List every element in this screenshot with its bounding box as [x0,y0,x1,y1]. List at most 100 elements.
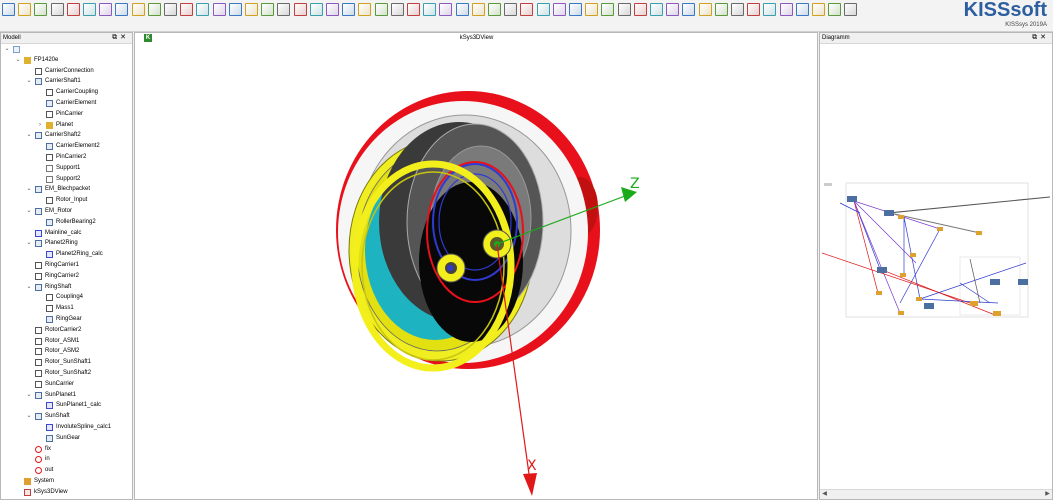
zoom-icon[interactable] [633,3,647,16]
table3-icon[interactable] [455,3,469,16]
sum-icon[interactable] [196,3,210,16]
tree-item-label: SunPlanet1 [45,391,77,398]
text-icon[interactable] [504,3,518,16]
text2-icon[interactable] [520,3,534,16]
view-icon[interactable] [650,3,663,16]
z-axis-label: Z [630,176,640,192]
tree-item-label: Rotor_SunShaft2 [45,370,92,376]
grid-icon[interactable] [115,3,129,16]
rotate-icon[interactable] [164,3,177,16]
cube4-icon[interactable] [714,3,728,16]
expand-open-icon[interactable]: ⌄ [15,55,21,66]
cube7-icon[interactable] [763,3,777,16]
expand-open-icon[interactable]: ⌄ [26,184,32,195]
expand-open-icon[interactable]: ⌄ [26,206,32,217]
tools-icon[interactable] [309,3,323,16]
tree-item-label: out [45,467,54,474]
chart3-icon[interactable] [245,3,258,16]
move-icon[interactable] [358,3,372,16]
connection-icon [35,348,42,356]
doc-icon[interactable] [342,3,356,16]
tree-item-label: Coupling4 [56,294,84,301]
tree-item-label: Planet [56,121,74,128]
tree-item-label: EM_Rotor [45,208,73,214]
expand-open-icon[interactable]: ⌄ [26,390,32,401]
folder-icon [24,56,31,64]
edit-icon[interactable] [50,3,64,16]
cube2-icon[interactable] [682,3,696,16]
tree-item-label: Rotor_ASM1 [45,337,80,344]
expand-open-icon[interactable]: ⌄ [26,130,32,141]
support-icon [46,164,53,172]
cube8-icon[interactable] [779,3,793,16]
gem2-icon[interactable] [812,3,825,16]
align-just-icon[interactable] [601,3,615,16]
scale-icon[interactable] [617,3,631,16]
expand-open-icon[interactable]: ⌄ [26,282,32,293]
lock-icon[interactable] [83,3,96,16]
align-center-icon[interactable] [569,3,582,16]
scroll-right-arrow[interactable]: ▶ [1043,490,1052,499]
gem4-icon[interactable] [844,3,858,16]
chart2-icon[interactable] [228,3,242,16]
open-icon[interactable] [18,3,32,16]
expand-closed-icon[interactable]: › [37,120,43,131]
save-icon[interactable] [34,3,48,16]
select-icon[interactable] [131,3,145,16]
logo-text: KISSsoft [963,0,1047,21]
align-left-icon[interactable] [552,3,566,16]
cube3-icon[interactable] [698,3,712,16]
align-right-icon[interactable] [585,3,599,16]
tree-item-label: InvoluteSpline_calc1 [56,424,112,430]
tree-item-label: RingShaft [45,283,72,290]
shapes-icon[interactable] [277,3,291,16]
table-icon [35,272,42,280]
variation-icon[interactable] [180,3,194,16]
scroll-left-arrow[interactable]: ◀ [820,490,829,499]
calc-icon [46,251,53,259]
3d-gear-canvas[interactable]: Z X [135,44,818,500]
colors-icon[interactable] [261,3,275,16]
panel-controls[interactable]: ⧉✕ [1032,33,1049,43]
expand-open-icon[interactable]: ⌄ [4,44,10,55]
coupling-icon [46,294,53,302]
gem1-icon[interactable] [795,3,809,16]
system-diagram-canvas[interactable] [820,153,1052,453]
bulb-icon[interactable] [326,3,339,16]
measure-icon[interactable] [293,3,307,16]
print2-icon[interactable] [488,3,501,16]
panel-controls[interactable]: ⧉✕ [112,33,129,43]
diagram-nodes [847,196,1028,316]
calc-icon [46,402,53,410]
tree-item-label: kSys3DView [34,488,68,495]
gearpair-icon [35,240,42,248]
diagram-connections [821,196,1051,316]
expand-open-icon[interactable]: ⌄ [26,76,32,87]
table-icon [35,326,42,334]
table2-icon[interactable] [439,3,453,16]
group-icon[interactable] [407,3,420,16]
cube6-icon[interactable] [747,3,761,16]
new-icon[interactable] [2,3,15,16]
print-icon[interactable] [66,3,80,16]
diagram-hscrollbar[interactable]: ◀ ▶ [820,489,1052,499]
chart-icon[interactable] [212,3,226,16]
constraint-icon [35,467,42,475]
table-icon[interactable] [423,3,437,16]
cube5-icon[interactable] [731,3,744,16]
gem3-icon[interactable] [828,3,842,16]
list-icon[interactable] [471,3,485,16]
element-icon [46,434,53,442]
expand-open-icon[interactable]: ⌄ [26,238,32,249]
coupling-icon [46,89,53,97]
tree-item-label: CarrierConnection [45,67,94,74]
cube1-icon[interactable] [666,3,680,16]
expand-open-icon[interactable]: ⌄ [26,411,32,422]
tree-item-label: Support2 [56,175,81,182]
calc-icon[interactable] [99,3,113,16]
copy-icon[interactable] [374,3,388,16]
paste-icon[interactable] [390,3,404,16]
system-icon [24,478,31,485]
cut-icon[interactable] [536,3,550,16]
connect-icon[interactable] [147,3,161,16]
